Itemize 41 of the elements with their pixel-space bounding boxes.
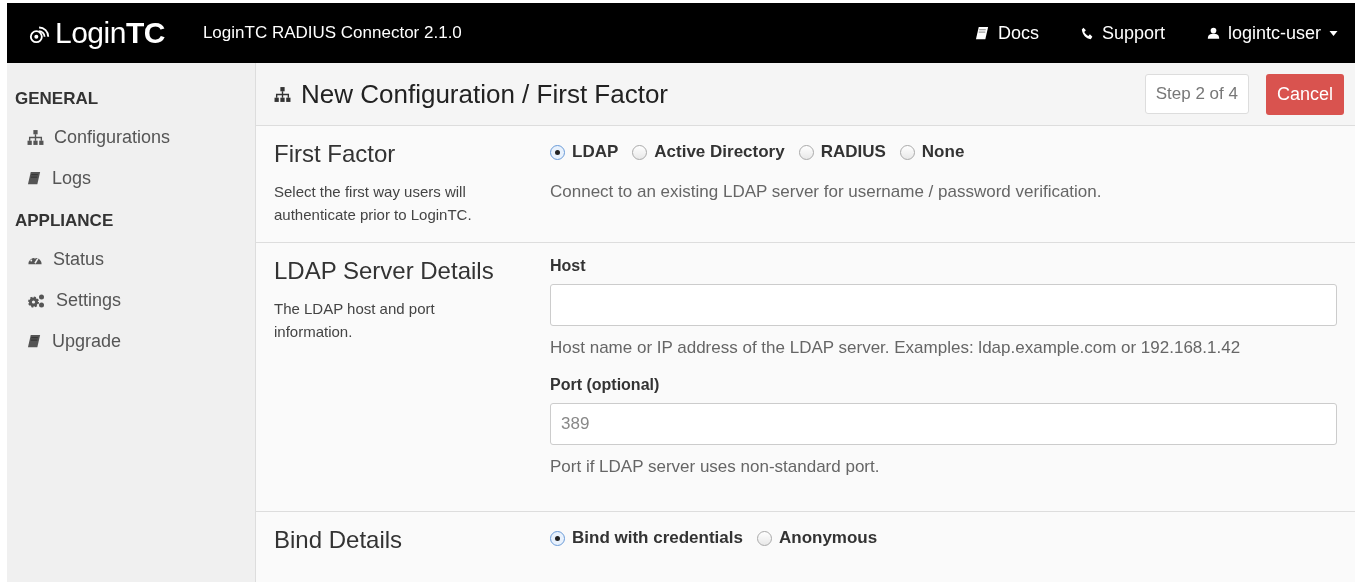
radio-option[interactable]: LDAP — [550, 142, 619, 162]
book-icon — [27, 334, 42, 349]
phone-icon — [1080, 26, 1094, 40]
user-menu[interactable]: logintc-user — [1206, 22, 1338, 44]
sidebar-heading: GENERAL — [14, 88, 100, 110]
product-name: LoginTC RADIUS Connector 2.1.0 — [202, 23, 462, 43]
sitemap-icon — [274, 85, 291, 103]
nav-link[interactable]: Support — [1080, 22, 1165, 44]
radio-option[interactable]: RADIUS — [798, 142, 886, 162]
section-description: The LDAP host and port information. — [274, 299, 436, 342]
nav-link[interactable]: Docs — [974, 22, 1039, 44]
help-text: Port if LDAP server uses non-standard port. — [550, 457, 881, 477]
section-description: Select the first way users will authenticate prior to LoginTC. — [274, 182, 473, 225]
user-icon — [1206, 26, 1220, 40]
radio-option[interactable]: Anonymous — [757, 528, 878, 548]
field-label: Port (optional) — [550, 376, 661, 394]
section-title: First Factor — [274, 140, 397, 168]
gears-icon — [27, 292, 46, 309]
sidebar-item[interactable]: Configurations — [7, 117, 171, 158]
section-title: LDAP Server Details — [274, 257, 495, 285]
sidebar-item[interactable]: Status — [7, 239, 105, 280]
input-field[interactable] — [550, 284, 1337, 326]
section-title: Bind Details — [274, 526, 404, 554]
sidebar-item[interactable]: Settings — [7, 280, 122, 321]
book-icon — [27, 171, 42, 186]
book-icon — [974, 25, 990, 41]
sidebar-item[interactable]: Upgrade — [7, 321, 122, 362]
input-field[interactable]: 389 — [550, 403, 1337, 445]
radio-option[interactable]: Bind with credentials — [550, 528, 743, 548]
help-text: Host name or IP address of the LDAP server. Examples: ldap.example.com or 192.168.1.42 — [550, 338, 1242, 358]
radio-option[interactable]: None — [899, 142, 965, 162]
cancel-button[interactable]: Cancel — [1265, 73, 1344, 115]
logo[interactable]: LoginTC — [55, 16, 165, 50]
page-title: New Configuration / First Factor — [301, 78, 668, 110]
sidebar-heading: APPLIANCE — [14, 210, 115, 232]
sidebar-item[interactable]: Logs — [7, 158, 92, 199]
step-indicator: Step 2 of 4 — [1144, 74, 1249, 114]
sitemap-icon — [27, 129, 44, 146]
help-text: Connect to an existing LDAP server for username / password verification. — [550, 182, 1103, 202]
radio-option[interactable]: Active Directory — [632, 142, 785, 162]
field-label: Host — [550, 257, 587, 275]
